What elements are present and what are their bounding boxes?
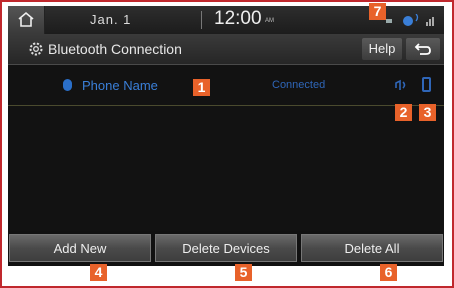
status-icons [386, 14, 434, 26]
bluetooth-status-icon [403, 16, 413, 26]
device-list: Phone Name Connected [8, 65, 444, 231]
page-title: Bluetooth Connection [48, 41, 182, 57]
title-bar: Bluetooth Connection Help [8, 34, 444, 65]
handsfree-phone-icon[interactable] [422, 77, 431, 92]
help-button[interactable]: Help [362, 38, 402, 60]
bottom-button-bar: Add New Delete Devices Delete All [8, 234, 444, 266]
home-button[interactable] [8, 6, 45, 34]
gear-icon [29, 42, 43, 56]
device-row[interactable]: Phone Name Connected [8, 65, 444, 106]
callout-6: 6 [380, 264, 397, 281]
back-arrow-icon [414, 43, 431, 55]
callout-2: 2 [395, 104, 412, 121]
callout-3: 3 [419, 104, 436, 121]
device-name: Phone Name [82, 78, 158, 93]
status-divider [201, 11, 202, 29]
back-button[interactable] [406, 38, 440, 60]
head-unit-screen: Jan. 1 12:00 AM Bluetooth Connection Hel… [8, 6, 444, 266]
audio-streaming-icon[interactable] [394, 78, 408, 92]
callout-1: 1 [193, 79, 210, 96]
signal-icon [426, 22, 428, 26]
bluetooth-icon [63, 79, 72, 91]
add-new-button[interactable]: Add New [9, 234, 151, 262]
callout-5: 5 [235, 264, 252, 281]
home-icon [18, 11, 34, 27]
status-time: 12:00 [214, 8, 262, 29]
connection-status: Connected [272, 79, 326, 91]
delete-all-button[interactable]: Delete All [301, 234, 443, 262]
status-date: Jan. 1 [90, 12, 132, 27]
delete-devices-button[interactable]: Delete Devices [155, 234, 297, 262]
callout-4: 4 [90, 264, 107, 281]
status-ampm: AM [265, 18, 274, 24]
callout-7: 7 [369, 3, 386, 20]
